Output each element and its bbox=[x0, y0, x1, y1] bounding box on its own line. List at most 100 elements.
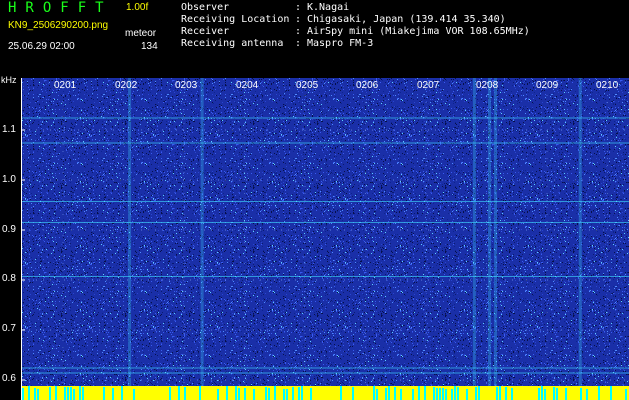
horizontal-signal-line bbox=[22, 367, 629, 369]
strip-tick bbox=[565, 388, 567, 400]
strip-tick bbox=[49, 387, 51, 400]
strip-tick bbox=[376, 389, 378, 400]
location-value: Chigasaki, Japan (139.414 35.340) bbox=[307, 14, 506, 25]
strip-tick bbox=[451, 389, 453, 400]
strip-tick bbox=[466, 389, 468, 400]
location-key: Receiving Location bbox=[181, 14, 290, 25]
count-label: 134 bbox=[141, 41, 158, 52]
strip-tick bbox=[178, 386, 180, 400]
receiver-key: Receiver bbox=[181, 26, 230, 37]
x-tick-label: 0204 bbox=[236, 80, 259, 91]
strip-tick bbox=[598, 386, 600, 400]
strip-tick bbox=[274, 386, 276, 400]
strip-tick bbox=[400, 389, 402, 400]
y-axis-unit-label: kHz bbox=[1, 75, 17, 85]
y-tick-label: 0.6 bbox=[2, 373, 16, 384]
x-tick-label: 0208 bbox=[476, 80, 499, 91]
strip-tick bbox=[298, 387, 300, 400]
horizontal-signal-line bbox=[22, 201, 629, 202]
strip-tick bbox=[499, 386, 501, 400]
strip-tick bbox=[442, 388, 444, 400]
strip-tick bbox=[478, 386, 480, 400]
strip-tick bbox=[67, 387, 69, 400]
strip-tick bbox=[310, 388, 312, 400]
strip-tick bbox=[301, 386, 303, 400]
strip-tick bbox=[454, 386, 456, 400]
horizontal-signal-line bbox=[22, 372, 629, 374]
x-tick-label: 0202 bbox=[115, 80, 138, 91]
x-tick-label: 0209 bbox=[536, 80, 559, 91]
strip-tick bbox=[265, 387, 267, 400]
strip-tick bbox=[34, 388, 36, 400]
y-tick-label: 0.9 bbox=[2, 224, 16, 235]
timestamp-label: 25.06.29 02:00 bbox=[8, 41, 75, 52]
strip-tick bbox=[625, 389, 627, 400]
strip-tick bbox=[235, 386, 237, 400]
y-tick-label: 0.7 bbox=[2, 323, 16, 334]
horizontal-signal-line bbox=[22, 117, 629, 119]
y-tick-label: 1.0 bbox=[2, 174, 16, 185]
strip-tick bbox=[133, 389, 135, 400]
vertical-echo-band bbox=[494, 78, 498, 386]
strip-tick bbox=[424, 386, 426, 400]
spectrogram-noise bbox=[22, 78, 629, 386]
strip-tick bbox=[244, 388, 246, 400]
mode-label: meteor bbox=[125, 28, 157, 39]
strip-tick bbox=[475, 387, 477, 400]
strip-tick bbox=[82, 387, 84, 400]
strip-tick bbox=[436, 388, 438, 400]
strip-tick bbox=[55, 386, 57, 400]
observer-separator: : bbox=[295, 2, 302, 13]
strip-tick bbox=[292, 387, 294, 400]
strip-tick bbox=[556, 388, 558, 400]
strip-tick bbox=[394, 387, 396, 400]
strip-tick bbox=[112, 388, 114, 400]
strip-tick bbox=[70, 387, 72, 400]
strip-tick bbox=[238, 388, 240, 400]
y-axis-line bbox=[21, 78, 22, 400]
strip-tick bbox=[385, 388, 387, 400]
spectrogram-plot bbox=[22, 78, 629, 400]
strip-tick bbox=[457, 387, 459, 400]
x-tick-label: 0210 bbox=[596, 80, 619, 91]
version-label: 1.00f bbox=[126, 2, 149, 13]
vertical-echo-band bbox=[472, 78, 476, 386]
vertical-echo-band bbox=[578, 78, 582, 386]
strip-tick bbox=[544, 389, 546, 400]
receiver-value: AirSpy mini (Miakejima VOR 108.65MHz) bbox=[307, 26, 530, 37]
strip-tick bbox=[28, 386, 30, 400]
strip-tick bbox=[73, 389, 75, 400]
strip-tick bbox=[184, 387, 186, 400]
strip-tick bbox=[439, 388, 441, 400]
horizontal-signal-line bbox=[22, 222, 629, 223]
strip-tick bbox=[610, 386, 612, 400]
receiver-separator: : bbox=[295, 26, 302, 37]
strip-tick bbox=[103, 387, 105, 400]
app-title: HROFFT bbox=[8, 0, 113, 16]
strip-tick bbox=[226, 386, 228, 400]
strip-tick bbox=[412, 389, 414, 400]
vertical-echo-band bbox=[200, 78, 204, 386]
strip-tick bbox=[541, 386, 543, 400]
strip-tick bbox=[418, 386, 420, 400]
hrofft-window: HROFFT 1.00f KN9_2506290200.png meteor 2… bbox=[0, 0, 629, 400]
spectrogram-svg bbox=[22, 78, 629, 400]
strip-tick bbox=[37, 389, 39, 400]
y-tick-label: 0.8 bbox=[2, 273, 16, 284]
x-tick-label: 0201 bbox=[54, 80, 77, 91]
strip-tick bbox=[22, 388, 24, 400]
strip-tick bbox=[445, 389, 447, 400]
strip-tick bbox=[217, 389, 219, 400]
x-tick-label: 0203 bbox=[175, 80, 198, 91]
horizontal-signal-line bbox=[22, 276, 629, 277]
antenna-key: Receiving antenna bbox=[181, 38, 284, 49]
horizontal-signal-line bbox=[22, 142, 629, 144]
strip-tick bbox=[169, 387, 171, 400]
x-tick-label: 0207 bbox=[417, 80, 440, 91]
antenna-value: Maspro FM-3 bbox=[307, 38, 374, 49]
strip-tick bbox=[433, 387, 435, 400]
strip-tick bbox=[538, 388, 540, 400]
observer-value: K.Nagai bbox=[307, 2, 350, 13]
vertical-echo-band bbox=[488, 78, 492, 386]
x-tick-label: 0206 bbox=[356, 80, 379, 91]
